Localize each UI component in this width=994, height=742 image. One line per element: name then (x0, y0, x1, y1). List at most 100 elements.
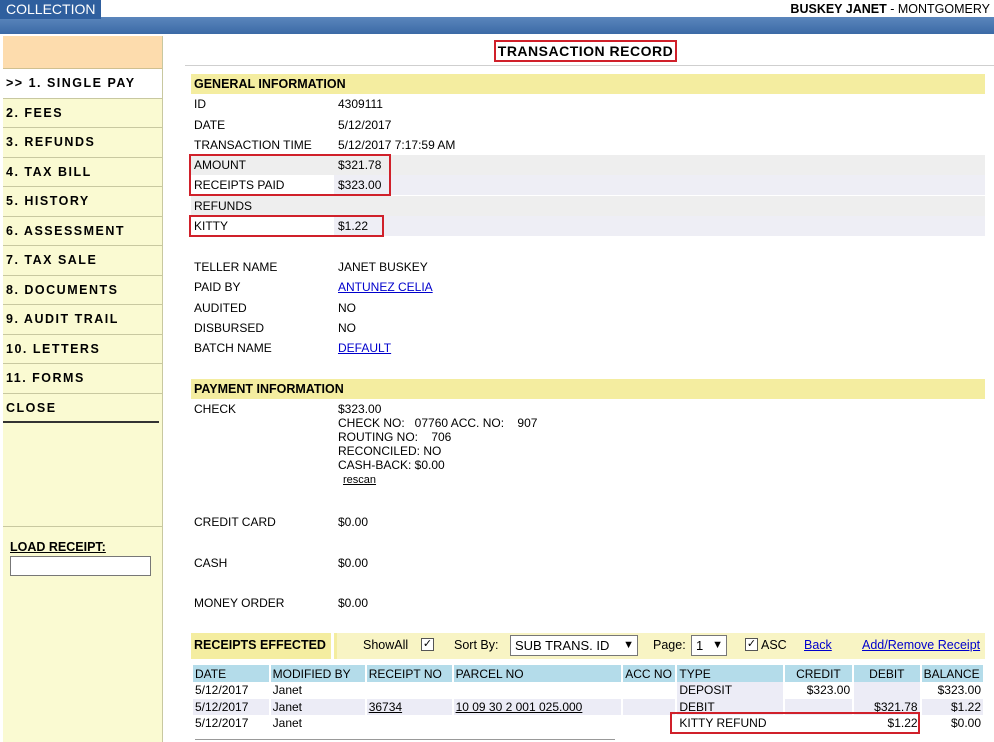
column-header-balance[interactable]: BALANCE (921, 665, 983, 682)
info-label: AUDITED (194, 301, 247, 315)
info-label: AMOUNT (194, 158, 246, 172)
cell-date: 5/12/2017 (195, 716, 249, 731)
asc-checkbox[interactable]: ✓ (745, 638, 758, 651)
sidebar-item-documents[interactable]: 8. DOCUMENTS (3, 276, 162, 305)
page-label: Page: (653, 638, 686, 652)
user-location: - MONTGOMERY (886, 2, 990, 16)
top-bar: COLLECTION BUSKEY JANET - MONTGOMERY (0, 0, 994, 34)
receipts-table: DATE MODIFIED BY RECEIPT NO PARCEL NO AC… (191, 665, 985, 732)
info-label: ID (194, 97, 206, 111)
check-number: CHECK NO: 07760 ACC. NO: 907 (338, 416, 538, 430)
column-header-debit[interactable]: DEBIT (854, 665, 920, 682)
cell-type: DEBIT (677, 698, 783, 715)
column-header-acc-no[interactable]: ACC NO (623, 665, 676, 682)
show-all-checkbox[interactable]: ✓ (421, 638, 434, 651)
column-header-credit[interactable]: CREDIT (784, 665, 853, 682)
column-header-date[interactable]: DATE (193, 665, 269, 682)
cell-modified-by: Janet (272, 683, 303, 698)
info-label: TELLER NAME (194, 260, 278, 274)
batch-name-link[interactable]: DEFAULT (338, 338, 391, 358)
chevron-down-icon: ▼ (712, 639, 723, 651)
sidebar-item-close[interactable]: CLOSE (3, 394, 159, 423)
receipts-controls: ShowAll ✓ Sort By: SUB TRANS. ID ▼ Page: … (337, 633, 985, 659)
sidebar-item-history[interactable]: 5. HISTORY (3, 187, 162, 217)
payment-information-heading: PAYMENT INFORMATION (191, 379, 985, 399)
cell-acc-no (623, 715, 675, 732)
info-label: KITTY (194, 219, 229, 233)
sidebar-spacer (3, 423, 162, 527)
info-value: JANET BUSKEY (338, 260, 428, 274)
title-divider (185, 65, 994, 66)
sidebar: >> 1. SINGLE PAY 2. FEES 3. REFUNDS 4. T… (3, 36, 163, 742)
cell-debit: $321.78 (854, 698, 920, 715)
page-value: 1 (696, 638, 704, 653)
sidebar-item-tax-sale[interactable]: 7. TAX SALE (3, 246, 162, 276)
sidebar-item-single-pay[interactable]: >> 1. SINGLE PAY (3, 69, 162, 99)
payment-row-credit-card: CREDIT CARD $0.00 (191, 512, 985, 532)
info-value: $321.78 (338, 158, 382, 172)
info-row-transaction-time: TRANSACTION TIME 5/12/2017 7:17:59 AM (191, 135, 985, 155)
sidebar-item-audit-trail[interactable]: 9. AUDIT TRAIL (3, 305, 162, 335)
info-label: DISBURSED (194, 321, 265, 335)
paid-by-link[interactable]: ANTUNEZ CELIA (338, 277, 433, 297)
sidebar-item-fees[interactable]: 2. FEES (3, 99, 162, 128)
info-label: DATE (194, 118, 226, 132)
sort-by-label: Sort By: (454, 638, 499, 652)
cell-date: 5/12/2017 (193, 698, 269, 715)
info-value: 5/12/2017 7:17:59 AM (338, 138, 456, 152)
load-receipt-input[interactable] (10, 556, 151, 576)
cell-credit (784, 698, 853, 715)
column-header-parcel-no[interactable]: PARCEL NO (453, 665, 622, 682)
user-info: BUSKEY JANET - MONTGOMERY (790, 1, 990, 17)
add-remove-receipt-link[interactable]: Add/Remove Receipt (862, 638, 980, 652)
info-label: RECEIPTS PAID (194, 178, 285, 192)
cell-balance: $1.22 (921, 698, 983, 715)
sort-by-value: SUB TRANS. ID (515, 638, 610, 653)
back-link[interactable]: Back (804, 638, 832, 652)
cell-acc-no (623, 682, 675, 699)
info-row-receipts-paid: RECEIPTS PAID $323.00 (191, 175, 985, 195)
app-tab-collection[interactable]: COLLECTION (0, 0, 101, 19)
sort-by-select[interactable]: SUB TRANS. ID ▼ (510, 635, 638, 656)
cell-acc-no (623, 698, 676, 715)
info-row-batch-name: BATCH NAME DEFAULT (191, 338, 985, 358)
sidebar-item-assessment[interactable]: 6. ASSESSMENT (3, 217, 162, 246)
table-header-row: DATE MODIFIED BY RECEIPT NO PARCEL NO AC… (193, 665, 983, 682)
payment-value: $0.00 (338, 596, 369, 610)
check-amount: $323.00 (338, 402, 382, 416)
column-header-receipt-no[interactable]: RECEIPT NO (366, 665, 452, 682)
check-details: $323.00 CHECK NO: 07760 ACC. NO: 907 ROU… (338, 402, 537, 487)
table-row: 5/12/2017 Janet 36734 10 09 30 2 001 025… (193, 698, 983, 715)
cell-balance: $323.00 (937, 683, 981, 698)
sidebar-item-refunds[interactable]: 3. REFUNDS (3, 128, 162, 158)
cell-receipt-no (367, 682, 452, 699)
cell-credit: $323.00 (806, 683, 851, 698)
rescan-link[interactable]: rescan (343, 474, 376, 486)
column-header-type[interactable]: TYPE (677, 665, 783, 682)
reconciled-status: RECONCILED: NO (338, 444, 442, 458)
cell-debit (854, 682, 920, 699)
cell-date: 5/12/2017 (195, 683, 249, 698)
cell-parcel-no (454, 682, 622, 699)
info-label: PAID BY (194, 280, 241, 294)
page-select[interactable]: 1 ▼ (691, 635, 727, 656)
asc-label: ASC (761, 638, 787, 652)
payment-value: $0.00 (338, 515, 369, 529)
parcel-no-link[interactable]: 10 09 30 2 001 025.000 (453, 698, 622, 715)
info-label: TRANSACTION TIME (194, 138, 312, 152)
sidebar-item-tax-bill[interactable]: 4. TAX BILL (3, 158, 162, 187)
cash-back: CASH-BACK: $0.00 (338, 458, 445, 472)
info-row-id: ID 4309111 (191, 94, 985, 114)
load-receipt-label: LOAD RECEIPT: (10, 540, 106, 554)
info-value: NO (338, 301, 356, 315)
receipts-effected-heading: RECEIPTS EFFECTED (191, 633, 334, 659)
column-header-modified-by[interactable]: MODIFIED BY (270, 665, 365, 682)
chevron-down-icon: ▼ (623, 639, 634, 651)
sidebar-item-letters[interactable]: 10. LETTERS (3, 335, 162, 364)
sidebar-item-forms[interactable]: 11. FORMS (3, 364, 162, 394)
info-row-amount: AMOUNT $321.78 (191, 155, 985, 175)
table-row: 5/12/2017 Janet KITTY REFUND $1.22 $0.00 (193, 715, 983, 732)
receipt-no-link[interactable]: 36734 (366, 698, 452, 715)
payment-row-check: CHECK (191, 399, 985, 419)
cell-type: KITTY REFUND (679, 716, 767, 731)
